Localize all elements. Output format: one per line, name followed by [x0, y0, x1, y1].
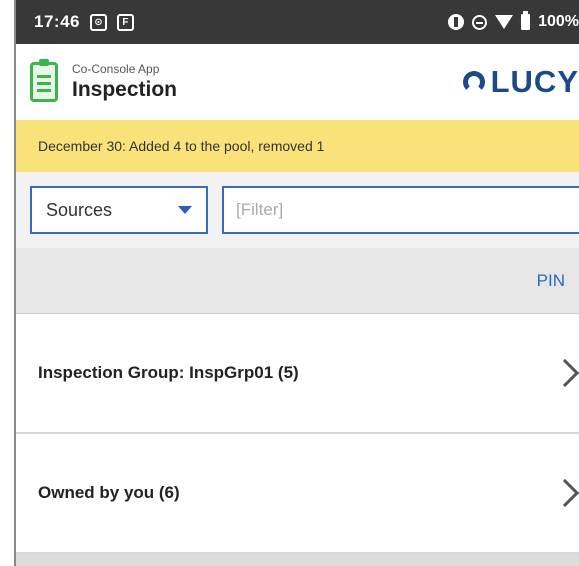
list-item-owned-by-you[interactable]: Owned by you (6) — [16, 434, 579, 554]
chevron-right-icon — [550, 478, 579, 508]
battery-icon — [521, 11, 531, 30]
pin-button[interactable]: PIN — [537, 271, 565, 291]
wifi-icon — [495, 15, 514, 29]
brand-mark-icon — [462, 71, 485, 93]
status-time: 17:46 — [34, 12, 80, 31]
app-header: Co-Console App Inspection LUCY — [16, 44, 579, 120]
screen-record-icon: ⊙ — [89, 13, 107, 31]
chevron-down-icon — [178, 206, 192, 214]
clipboard-icon — [30, 59, 58, 102]
filter-input[interactable]: [Filter] — [222, 186, 579, 234]
clipboard-line — [37, 89, 51, 92]
status-right-icons: 100% — [448, 11, 579, 31]
chevron-right-icon — [550, 358, 579, 388]
battery-percent: 100% — [538, 13, 579, 30]
list-item-label: Inspection Group: InspGrp01 (5) — [38, 363, 299, 382]
filter-row: Sources [Filter] — [16, 172, 579, 248]
header-titles: Co-Console App Inspection — [72, 62, 177, 102]
frame-edge — [0, 0, 14, 566]
sources-dropdown-value: Sources — [46, 199, 113, 220]
clipboard-line — [37, 75, 51, 78]
device-frame: 17:46 ⊙ F 100% Co-Console App Inspection… — [0, 0, 579, 566]
app-subtitle: Co-Console App — [72, 62, 160, 76]
f-notification-icon: F — [116, 13, 134, 31]
sources-dropdown[interactable]: Sources — [30, 186, 208, 234]
brand-name: LUCY — [490, 64, 579, 99]
page-title: Inspection — [72, 78, 178, 101]
app-screen: 17:46 ⊙ F 100% Co-Console App Inspection… — [14, 0, 579, 566]
notice-banner: December 30: Added 4 to the pool, remove… — [16, 120, 579, 172]
data-saver-icon — [448, 14, 465, 30]
pin-row: PIN — [16, 248, 579, 314]
list-bottom-divider — [16, 554, 579, 566]
do-not-disturb-icon — [472, 14, 488, 30]
f-notification-letter: F — [116, 13, 134, 31]
filter-placeholder: [Filter] — [236, 200, 284, 219]
notice-text: December 30: Added 4 to the pool, remove… — [38, 138, 325, 154]
screen-record-glyph: ⊙ — [89, 13, 107, 31]
clipboard-line — [37, 82, 51, 85]
status-bar: 17:46 ⊙ F 100% — [16, 0, 579, 44]
brand-logo: LUCY — [462, 64, 579, 100]
list-item-inspection-group[interactable]: Inspection Group: InspGrp01 (5) — [16, 314, 579, 434]
list-item-label: Owned by you (6) — [38, 483, 180, 502]
